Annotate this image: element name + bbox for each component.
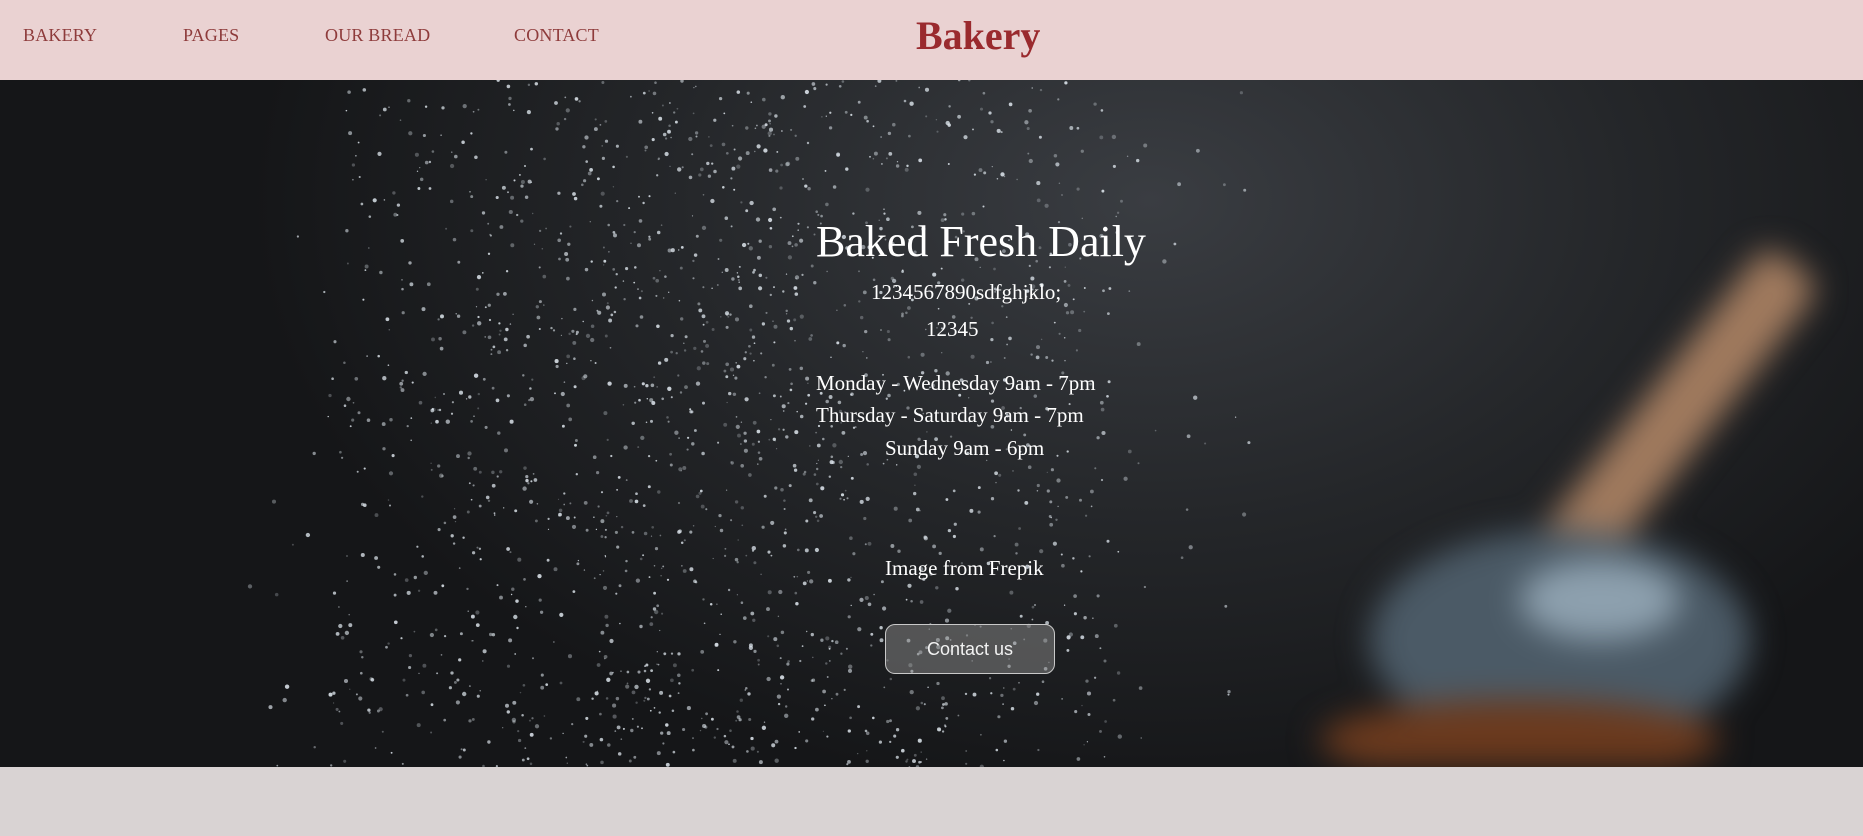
hero-section: Baked Fresh Daily 1234567890sdfghjklo; 1… [0,80,1863,767]
hours-weekday-early: Monday - Wednesday 9am - 7pm [816,371,1096,395]
nav-link-contact[interactable]: CONTACT [514,25,599,46]
nav-link-pages[interactable]: PAGES [183,25,239,46]
hero-line-2: 12345 [926,317,979,341]
contact-us-button[interactable]: Contact us [885,624,1055,674]
nav-link-our-bread[interactable]: OUR BREAD [325,25,430,46]
brand-logo[interactable]: Bakery [916,12,1040,59]
nav-link-bakery[interactable]: BAKERY [23,25,97,46]
image-credit: Image from Frepik [885,556,1044,580]
hero-title: Baked Fresh Daily [816,217,1146,266]
hours-weekday-late: Thursday - Saturday 9am - 7pm [816,403,1084,427]
hours-sunday: Sunday 9am - 6pm [885,436,1045,460]
top-navbar: BAKERY PAGES OUR BREAD CONTACT Bakery [0,0,1863,80]
hero-line-1: 1234567890sdfghjklo; [871,280,1062,304]
page-bottom-band [0,767,1863,836]
